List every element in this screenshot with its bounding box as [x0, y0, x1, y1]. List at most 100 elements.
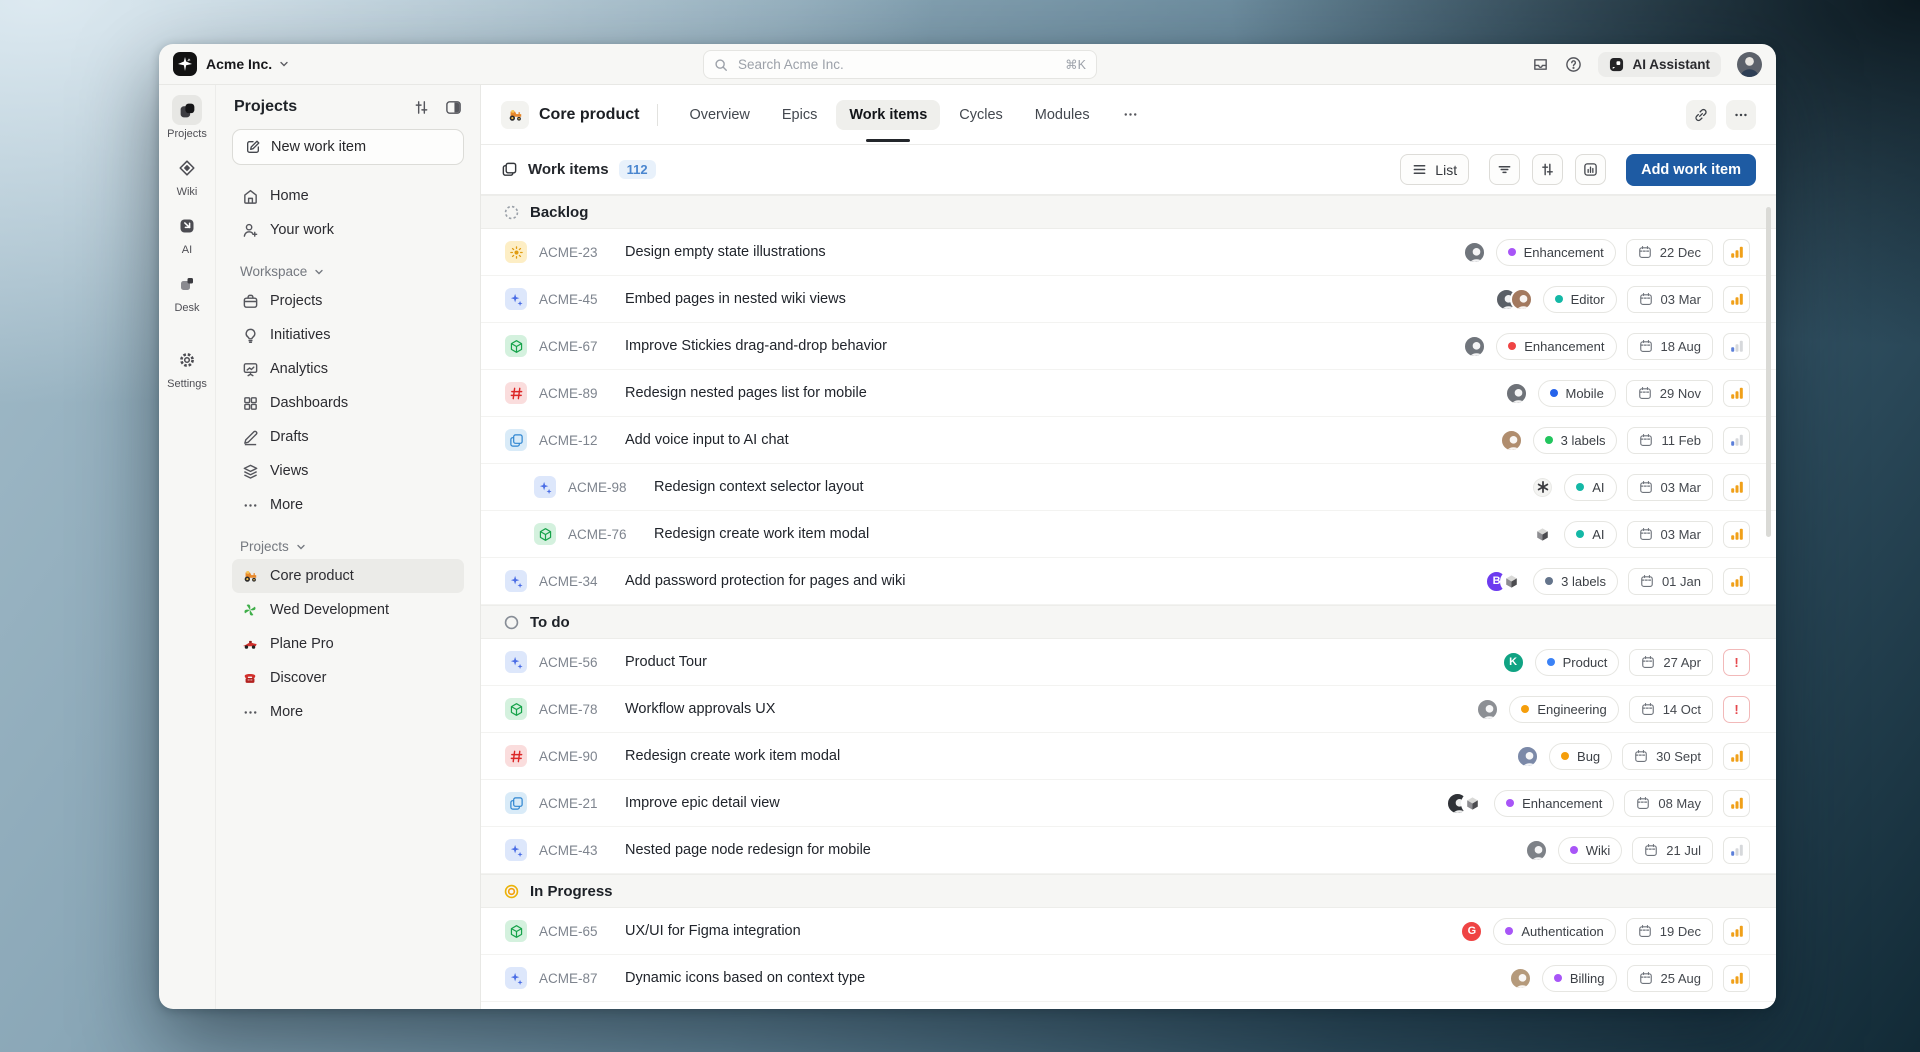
add-work-item-button[interactable]: Add work item	[1626, 154, 1756, 186]
assignee-avatars[interactable]	[1525, 839, 1548, 862]
due-date-badge[interactable]: 03 Mar	[1627, 521, 1713, 548]
tab-cycles[interactable]: Cycles	[946, 100, 1016, 130]
priority-high-icon[interactable]	[1723, 474, 1750, 501]
assignee-avatar[interactable]	[1500, 429, 1523, 452]
sidebar-item-projects[interactable]: Projects	[232, 284, 464, 318]
assignee-avatar[interactable]	[1509, 967, 1532, 990]
sidebar-item-core-product[interactable]: Core product	[232, 559, 464, 593]
panel-toggle-icon[interactable]	[445, 99, 462, 116]
assignee-avatar[interactable]: G	[1460, 920, 1483, 943]
label-badge[interactable]: Enhancement	[1496, 239, 1616, 266]
due-date-badge[interactable]: 14 Oct	[1629, 696, 1713, 723]
due-date-badge[interactable]: 30 Sept	[1622, 743, 1713, 770]
work-item-row[interactable]: ACME-45 Embed pages in nested wiki views…	[481, 276, 1776, 323]
label-badge[interactable]: 3 labels	[1533, 568, 1618, 595]
assignee-avatar[interactable]	[1463, 241, 1486, 264]
tab-overview[interactable]: Overview	[676, 100, 762, 130]
assignee-avatar[interactable]	[1510, 288, 1533, 311]
due-date-badge[interactable]: 25 Aug	[1627, 965, 1714, 992]
label-badge[interactable]: Authentication	[1493, 918, 1615, 945]
label-badge[interactable]: Engineering	[1509, 696, 1618, 723]
work-item-row[interactable]: ACME-67 Improve Stickies drag-and-drop b…	[481, 323, 1776, 370]
work-item-row[interactable]: ACME-89 Redesign nested pages list for m…	[481, 370, 1776, 417]
assignee-avatars[interactable]	[1500, 429, 1523, 452]
rail-item-wiki[interactable]: Wiki	[172, 153, 202, 198]
priority-medium-icon[interactable]	[1723, 427, 1750, 454]
sidebar-item-discover[interactable]: Discover	[232, 661, 464, 695]
label-badge[interactable]: Bug	[1549, 743, 1612, 770]
sidebar-item-your-work[interactable]: Your work	[232, 213, 464, 247]
label-badge[interactable]: Enhancement	[1496, 333, 1616, 360]
label-badge[interactable]: Billing	[1542, 965, 1617, 992]
work-item-row[interactable]: ACME-12 Add voice input to AI chat 3 lab…	[481, 417, 1776, 464]
assignee-avatars[interactable]	[1463, 241, 1486, 264]
assignee-avatars[interactable]	[1476, 698, 1499, 721]
assignee-avatar[interactable]	[1505, 382, 1528, 405]
group-header-backlog[interactable]: Backlog	[481, 195, 1776, 229]
group-header-in-progress[interactable]: In Progress	[481, 874, 1776, 908]
rail-item-projects[interactable]: Projects	[167, 95, 207, 140]
sidebar-item-more[interactable]: More	[232, 695, 464, 729]
work-item-row[interactable]: ACME-23 Design empty state illustrations…	[481, 229, 1776, 276]
sidebar-item-drafts[interactable]: Drafts	[232, 420, 464, 454]
label-badge[interactable]: AI	[1564, 521, 1616, 548]
sidebar-item-views[interactable]: Views	[232, 454, 464, 488]
priority-high-icon[interactable]	[1723, 286, 1750, 313]
sidebar-item-more[interactable]: More	[232, 488, 464, 522]
work-item-row[interactable]: ACME-76 Redesign create work item modal …	[481, 511, 1776, 558]
due-date-badge[interactable]: 22 Dec	[1626, 239, 1713, 266]
sidebar-item-wed-development[interactable]: Wed Development	[232, 593, 464, 627]
work-item-row[interactable]: ACME-90 Redesign create work item modal …	[481, 733, 1776, 780]
assignee-avatars[interactable]	[1531, 476, 1554, 499]
global-search[interactable]: ⌘K	[703, 50, 1097, 79]
cube-logo-avatar[interactable]	[1531, 523, 1554, 546]
assignee-avatar[interactable]	[1516, 745, 1539, 768]
work-item-row[interactable]: ACME-34 Add password protection for page…	[481, 558, 1776, 605]
rail-item-ai[interactable]: AI	[172, 211, 202, 256]
priority-high-icon[interactable]	[1723, 965, 1750, 992]
tabs-overflow-icon[interactable]	[1109, 99, 1152, 130]
assignee-avatar[interactable]	[1476, 698, 1499, 721]
work-item-row[interactable]: ACME-21 Improve epic detail view Enhance…	[481, 780, 1776, 827]
rail-item-desk[interactable]: Desk	[172, 269, 202, 314]
assignee-avatars[interactable]: B	[1485, 570, 1523, 593]
due-date-badge[interactable]: 08 May	[1624, 790, 1713, 817]
user-avatar[interactable]	[1737, 52, 1762, 77]
priority-urgent-icon[interactable]: !	[1723, 649, 1750, 676]
assignee-avatars[interactable]	[1531, 523, 1554, 546]
due-date-badge[interactable]: 29 Nov	[1626, 380, 1713, 407]
due-date-badge[interactable]: 11 Feb	[1627, 427, 1713, 454]
label-badge[interactable]: AI	[1564, 474, 1616, 501]
priority-medium-icon[interactable]	[1723, 837, 1750, 864]
sliders-icon[interactable]	[413, 99, 430, 116]
label-badge[interactable]: Enhancement	[1494, 790, 1614, 817]
due-date-badge[interactable]: 18 Aug	[1627, 333, 1714, 360]
sidebar-section-projects[interactable]: Projects	[240, 539, 456, 554]
priority-medium-icon[interactable]	[1723, 333, 1750, 360]
work-item-row[interactable]: ACME-43 Nested page node redesign for mo…	[481, 827, 1776, 874]
inbox-icon[interactable]	[1532, 56, 1549, 73]
workspace-logo-icon[interactable]	[173, 52, 197, 76]
cube-logo-avatar[interactable]	[1461, 792, 1484, 815]
work-item-row[interactable]: ACME-98 Redesign context selector layout…	[481, 464, 1776, 511]
due-date-badge[interactable]: 01 Jan	[1628, 568, 1713, 595]
assignee-avatar[interactable]: K	[1502, 651, 1525, 674]
priority-high-icon[interactable]	[1723, 743, 1750, 770]
more-options-icon[interactable]	[1726, 100, 1756, 130]
work-item-row[interactable]: ACME-56 Product Tour K Product 27 Apr !	[481, 639, 1776, 686]
priority-high-icon[interactable]	[1723, 521, 1750, 548]
due-date-badge[interactable]: 21 Jul	[1632, 837, 1713, 864]
assignee-avatars[interactable]	[1509, 967, 1532, 990]
cube-logo-avatar[interactable]	[1500, 570, 1523, 593]
scrollbar[interactable]	[1766, 207, 1771, 537]
work-item-row[interactable]: ACME-87 Dynamic icons based on context t…	[481, 955, 1776, 1002]
assignee-avatars[interactable]	[1516, 745, 1539, 768]
analytics-button[interactable]	[1575, 154, 1606, 185]
label-badge[interactable]: 3 labels	[1533, 427, 1618, 454]
sidebar-section-workspace[interactable]: Workspace	[240, 264, 456, 279]
priority-high-icon[interactable]	[1723, 380, 1750, 407]
due-date-badge[interactable]: 27 Apr	[1629, 649, 1713, 676]
sidebar-item-initiatives[interactable]: Initiatives	[232, 318, 464, 352]
work-item-row[interactable]: ACME-78 Workflow approvals UX Engineerin…	[481, 686, 1776, 733]
list-view-button[interactable]: List	[1400, 154, 1469, 185]
